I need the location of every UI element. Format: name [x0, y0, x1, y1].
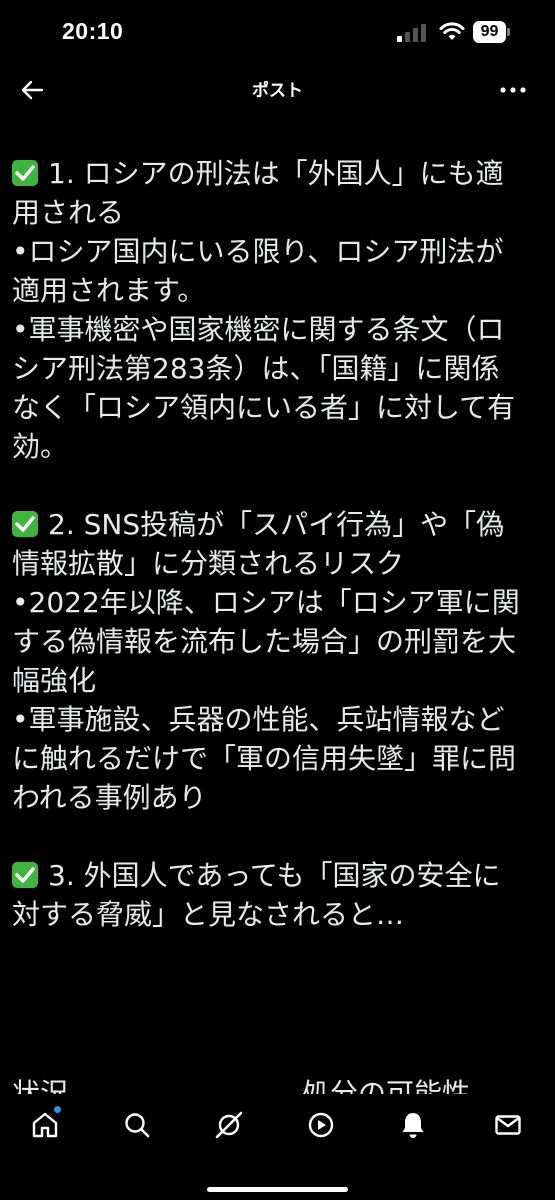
bottom-nav: [0, 1094, 555, 1200]
check-mark-icon: [12, 160, 38, 186]
wifi-icon: [439, 22, 465, 40]
post-line: われる事例あり: [12, 781, 207, 814]
post-line: 幅強化: [12, 664, 97, 697]
post-line: する偽情報を流布した場合」の刑罰を大: [12, 625, 517, 658]
post-line: •軍事機密や国家機密に関する条文（ロ: [12, 313, 505, 346]
post-line: 2. SNS投稿が「スパイ行為」や「偽: [12, 505, 542, 544]
post-line: 1. ロシアの刑法は「外国人」にも適: [12, 154, 542, 193]
post-line: •ロシア国内にいる限り、ロシア刑法が: [12, 235, 504, 268]
post-line: シア刑法第283条）は、「国籍」に関係: [12, 352, 500, 385]
post-line: 用される: [12, 196, 125, 229]
grok-icon[interactable]: [214, 1110, 244, 1140]
table-col-situation: 状況: [12, 1077, 69, 1094]
messages-envelope-icon[interactable]: [493, 1110, 523, 1140]
post-line: •軍事施設、兵器の性能、兵站情報など: [12, 703, 505, 736]
post-line-text: 2. SNS投稿が「スパイ行為」や「偽: [48, 508, 505, 541]
status-bar: 20:10 99: [0, 0, 555, 64]
post-header: ポスト: [0, 64, 555, 116]
post-line: 適用されます。: [12, 274, 206, 307]
post-line: •2022年以降、ロシアは「ロシア軍に関: [12, 586, 520, 619]
check-mark-icon: [12, 862, 38, 888]
check-mark-icon: [12, 511, 38, 537]
post-line: 情報拡散」に分類されるリスク: [12, 547, 405, 580]
table-header-peek: 状況 処分の可能性: [12, 1072, 542, 1094]
home-notification-dot: [54, 1106, 61, 1113]
post-line-text: 1. ロシアの刑法は「外国人」にも適: [48, 157, 504, 190]
post-line: なく「ロシア領内にいる者」に対して有: [12, 391, 516, 424]
post-line: 3. 外国人であっても「国家の安全に: [12, 856, 542, 895]
post-line: に触れるだけで「軍の信用失墜」罪に問: [12, 742, 517, 775]
search-icon[interactable]: [122, 1110, 152, 1140]
table-col-penalty: 処分の可能性: [302, 1077, 471, 1094]
post-text: 1. ロシアの刑法は「外国人」にも適 用される •ロシア国内にいる限り、ロシア刑…: [12, 154, 542, 934]
battery-tip: [507, 28, 510, 36]
home-indicator: [207, 1187, 348, 1192]
post-line: 対する脅威」と見なされると…: [12, 898, 405, 931]
more-horizontal-icon[interactable]: [496, 74, 530, 106]
battery-indicator: 99: [473, 21, 506, 43]
page-title: ポスト: [252, 81, 303, 101]
post-line: 効。: [12, 430, 69, 463]
post-line-text: 3. 外国人であっても「国家の安全に: [48, 859, 501, 892]
status-time: 20:10: [62, 18, 124, 44]
home-icon[interactable]: [30, 1110, 60, 1140]
notifications-bell-icon[interactable]: [398, 1110, 428, 1140]
video-play-icon[interactable]: [306, 1110, 336, 1140]
cellular-signal-icon: [397, 24, 426, 42]
